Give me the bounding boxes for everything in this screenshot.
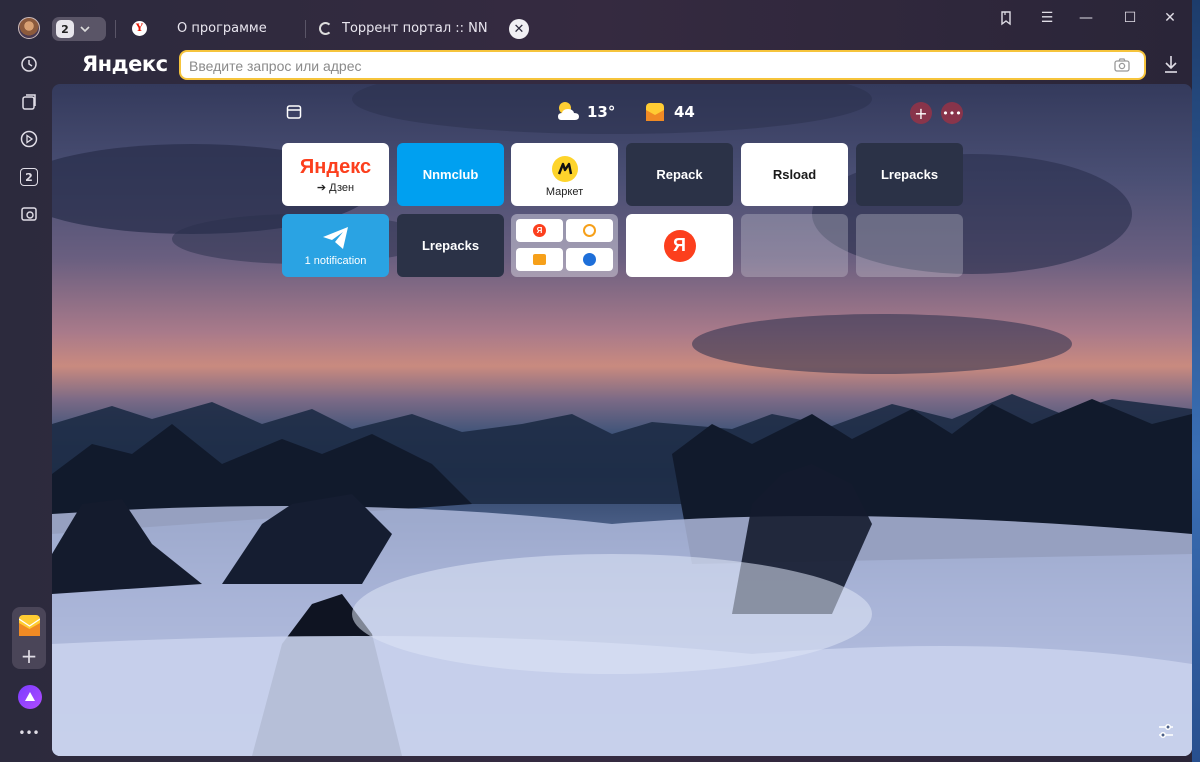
tile-yandex[interactable]: Я — [626, 214, 733, 277]
tile-sublabel: ➔ Дзен — [316, 181, 355, 194]
history-icon[interactable] — [20, 55, 38, 73]
new-tab-page: 13° 44 + ••• Яндекс ➔ Дзен Nnmclub Марке… — [52, 84, 1192, 756]
tile-telegram[interactable]: 1 notification — [282, 214, 389, 277]
tile-group[interactable]: Я — [511, 214, 618, 277]
music-mini-icon — [566, 219, 613, 242]
collections-icon[interactable] — [20, 93, 38, 111]
tab-about[interactable]: О программе — [177, 21, 267, 36]
bookmark-icon[interactable] — [996, 10, 1016, 30]
fog — [352, 554, 872, 674]
maximize-button[interactable]: ☐ — [1120, 10, 1140, 26]
yandex-logo[interactable]: Яндекс — [82, 52, 168, 76]
tile-empty[interactable] — [856, 214, 963, 277]
add-icon[interactable]: + — [20, 644, 38, 668]
tile-empty[interactable] — [741, 214, 848, 277]
yandex-mini-icon: Я — [516, 219, 563, 242]
tab-bar: 2 Y О программе Торрент портал :: NNM-Cl… — [0, 0, 1192, 50]
yandex-browser-icon[interactable]: Y — [132, 21, 147, 36]
weather-temperature[interactable]: 13° — [587, 103, 615, 121]
tile-label: Маркет — [545, 185, 584, 198]
camera-search-icon[interactable] — [1114, 57, 1130, 73]
menu-button[interactable]: ☰ — [1037, 10, 1057, 26]
profile-avatar[interactable] — [18, 17, 40, 39]
loading-spinner-icon — [319, 22, 332, 35]
tab-count-button[interactable]: 2 — [52, 17, 106, 41]
disk-mini-icon — [566, 248, 613, 271]
tile-nnmclub[interactable]: Nnmclub — [397, 143, 504, 206]
notification-label: 1 notification — [304, 254, 367, 267]
tab-nnm-club[interactable]: Торрент портал :: NNM-Cl — [342, 21, 487, 36]
desktop-background — [1192, 0, 1200, 762]
more-icon[interactable]: ••• — [18, 724, 39, 742]
video-icon[interactable] — [20, 130, 38, 148]
add-tile-button[interactable]: + — [910, 102, 932, 124]
mail-icon[interactable] — [646, 103, 664, 121]
tile-lrepacks[interactable]: Lrepacks — [397, 214, 504, 277]
browser-window: 2 Y О программе Торрент портал :: NNM-Cl… — [0, 0, 1192, 762]
tile-yandex-logo: Яндекс — [300, 156, 371, 179]
market-icon — [551, 155, 578, 182]
mail-icon[interactable] — [18, 615, 41, 636]
yandex-icon: Я — [663, 229, 696, 262]
download-icon[interactable] — [1162, 54, 1180, 74]
close-window-button[interactable]: ✕ — [1160, 10, 1180, 26]
tabs-counter-icon[interactable]: 2 — [20, 168, 38, 186]
address-input[interactable] — [189, 56, 1089, 76]
mail-mini-icon — [516, 248, 563, 271]
more-options-button[interactable]: ••• — [941, 102, 963, 124]
tile-lrepacks[interactable]: Lrepacks — [856, 143, 963, 206]
weather-cloud-icon[interactable] — [555, 100, 583, 122]
omnibox[interactable] — [179, 50, 1146, 80]
background-cloud — [692, 314, 1072, 374]
divider — [305, 20, 306, 38]
calendar-icon[interactable] — [286, 104, 302, 120]
chevron-down-icon — [80, 23, 90, 36]
screenshot-icon[interactable] — [20, 205, 38, 223]
minimize-button[interactable]: — — [1076, 10, 1096, 26]
close-tab-button[interactable]: ✕ — [509, 19, 529, 39]
tile-repack[interactable]: Repack — [626, 143, 733, 206]
mail-count[interactable]: 44 — [674, 103, 695, 121]
customize-icon[interactable] — [1157, 722, 1175, 740]
tab-count: 2 — [56, 20, 74, 38]
tile-market[interactable]: Маркет — [511, 143, 618, 206]
tile-yandex-dzen[interactable]: Яндекс ➔ Дзен — [282, 143, 389, 206]
telegram-icon — [322, 226, 348, 249]
divider — [115, 20, 116, 38]
tile-yandex-logo-text: Яндекс — [299, 155, 372, 178]
tile-rsload[interactable]: Rsload — [741, 143, 848, 206]
alice-icon[interactable] — [18, 685, 42, 709]
